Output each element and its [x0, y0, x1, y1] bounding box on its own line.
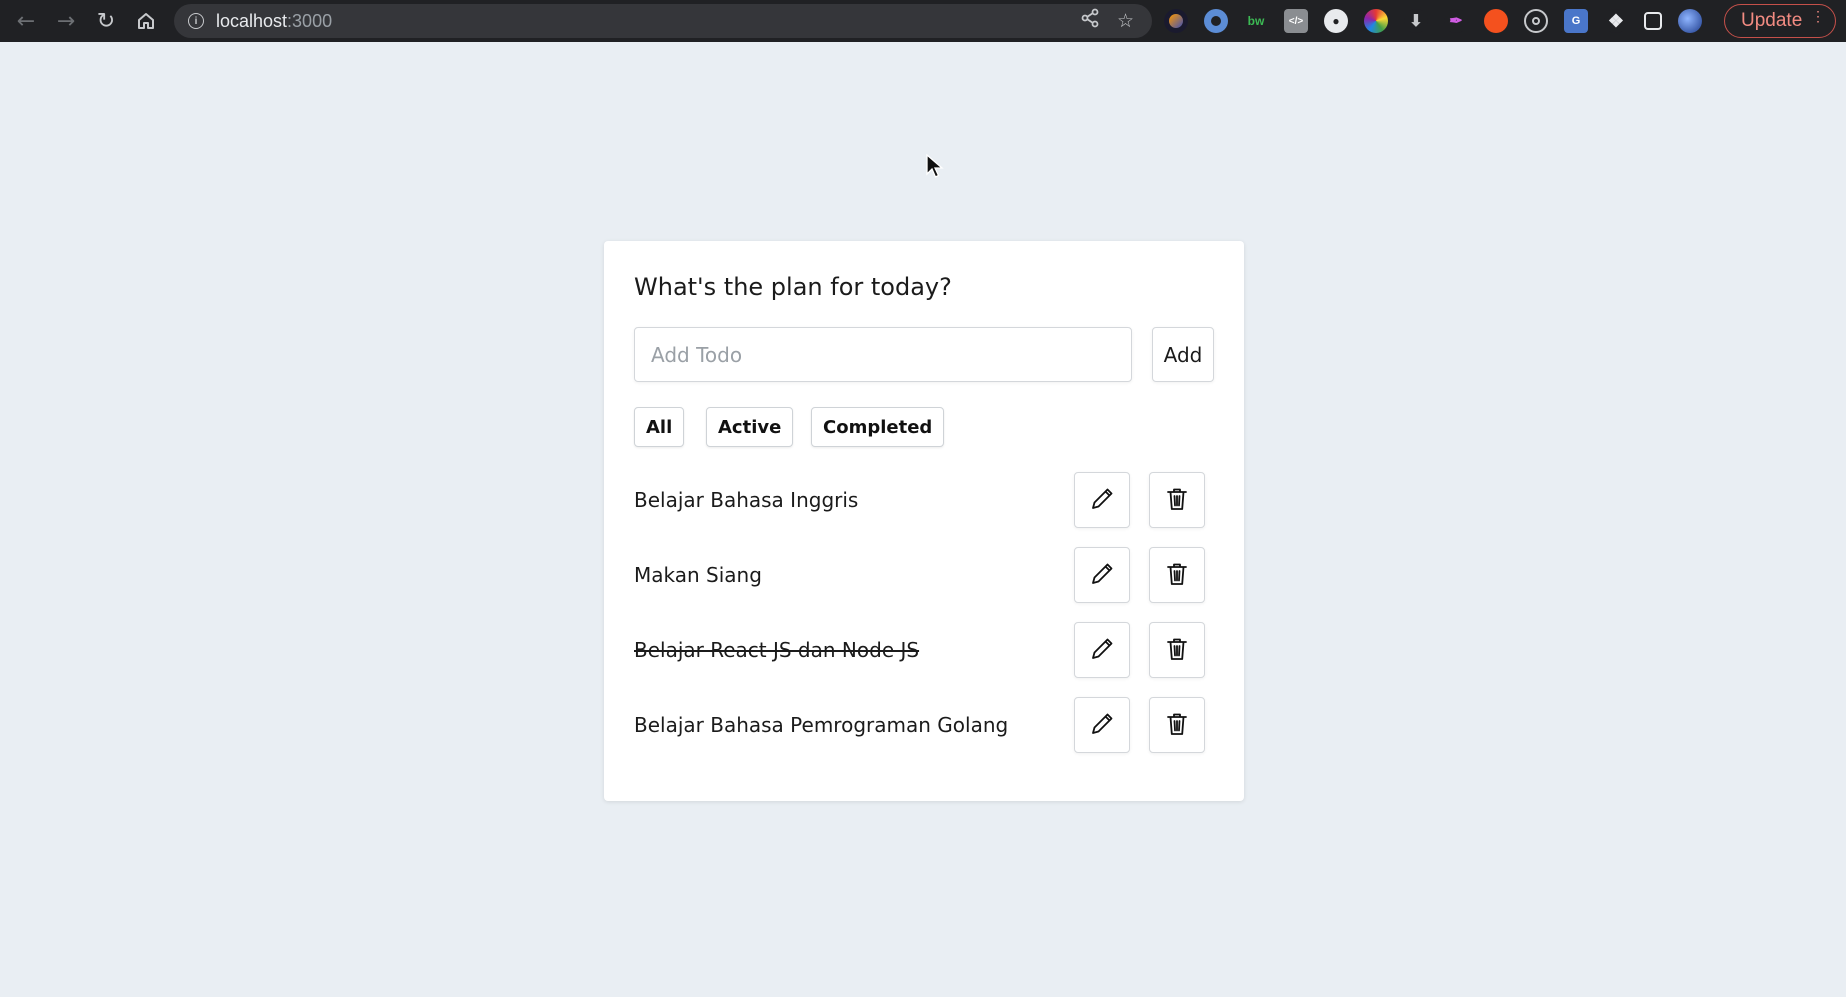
- todo-text-completed[interactable]: Belajar React JS dan Node JS: [634, 622, 919, 678]
- site-info-icon[interactable]: i: [188, 13, 204, 29]
- extension-circle-icon[interactable]: ●: [1324, 9, 1348, 33]
- extensions-puzzle-icon[interactable]: ❖: [1604, 9, 1628, 33]
- pencil-icon: [1088, 560, 1116, 591]
- filter-completed-button[interactable]: Completed: [811, 407, 945, 447]
- extensions-bar: bw </> ● ⬇ ✒ G ❖: [1164, 0, 1702, 42]
- edit-button[interactable]: [1074, 547, 1130, 603]
- extension-feather-icon[interactable]: ✒: [1444, 9, 1468, 33]
- pencil-icon: [1088, 485, 1116, 516]
- trash-icon: [1163, 560, 1191, 591]
- edit-button[interactable]: [1074, 697, 1130, 753]
- trash-icon: [1163, 485, 1191, 516]
- trash-icon: [1163, 710, 1191, 741]
- todo-item: Makan Siang: [634, 547, 1214, 603]
- mouse-cursor-icon: [926, 153, 944, 184]
- add-todo-input[interactable]: [634, 327, 1132, 382]
- home-icon[interactable]: [126, 0, 166, 42]
- extension-ring-icon[interactable]: [1204, 9, 1228, 33]
- delete-button[interactable]: [1149, 472, 1205, 528]
- todo-item: Belajar React JS dan Node JS: [634, 622, 1214, 678]
- todo-text[interactable]: Belajar Bahasa Pemrograman Golang: [634, 697, 1008, 753]
- extension-flame-icon[interactable]: [1164, 9, 1188, 33]
- menu-dots-icon[interactable]: ⋮: [1811, 9, 1825, 23]
- pencil-icon: [1088, 710, 1116, 741]
- extension-green-icon[interactable]: bw: [1244, 9, 1268, 33]
- extension-target-icon[interactable]: [1524, 9, 1548, 33]
- extension-orange-icon[interactable]: [1484, 9, 1508, 33]
- share-icon[interactable]: [1081, 8, 1099, 34]
- address-bar[interactable]: i localhost:3000 ☆: [174, 4, 1152, 38]
- extension-color-icon[interactable]: [1364, 9, 1388, 33]
- side-panel-icon[interactable]: [1644, 12, 1662, 30]
- extension-download-icon[interactable]: ⬇: [1404, 9, 1428, 33]
- pencil-icon: [1088, 635, 1116, 666]
- delete-button[interactable]: [1149, 697, 1205, 753]
- todo-card: What's the plan for today? Add All Activ…: [604, 241, 1244, 801]
- filter-active-button[interactable]: Active: [706, 407, 794, 447]
- extension-code-icon[interactable]: </>: [1284, 9, 1308, 33]
- page-title: What's the plan for today?: [634, 273, 952, 301]
- update-button[interactable]: Update ⋮: [1724, 4, 1836, 38]
- browser-toolbar: ← → ↻ i localhost:3000 ☆ bw </> ● ⬇ ✒ G …: [0, 0, 1846, 42]
- edit-button[interactable]: [1074, 472, 1130, 528]
- url-host: localhost: [216, 10, 288, 31]
- todo-text[interactable]: Makan Siang: [634, 547, 762, 603]
- delete-button[interactable]: [1149, 547, 1205, 603]
- bookmark-star-icon[interactable]: ☆: [1117, 10, 1134, 33]
- edit-button[interactable]: [1074, 622, 1130, 678]
- extension-translate-icon[interactable]: G: [1564, 9, 1588, 33]
- trash-icon: [1163, 635, 1191, 666]
- add-button[interactable]: Add: [1152, 327, 1214, 382]
- forward-arrow-icon[interactable]: →: [46, 0, 86, 42]
- filter-all-button[interactable]: All: [634, 407, 685, 447]
- todo-item: Belajar Bahasa Inggris: [634, 472, 1214, 528]
- url-port: :3000: [287, 10, 333, 31]
- back-arrow-icon[interactable]: ←: [6, 0, 46, 42]
- reload-icon[interactable]: ↻: [86, 0, 126, 42]
- delete-button[interactable]: [1149, 622, 1205, 678]
- todo-text[interactable]: Belajar Bahasa Inggris: [634, 472, 858, 528]
- profile-avatar[interactable]: [1678, 9, 1702, 33]
- update-label: Update: [1741, 10, 1803, 31]
- todo-item: Belajar Bahasa Pemrograman Golang: [634, 697, 1214, 753]
